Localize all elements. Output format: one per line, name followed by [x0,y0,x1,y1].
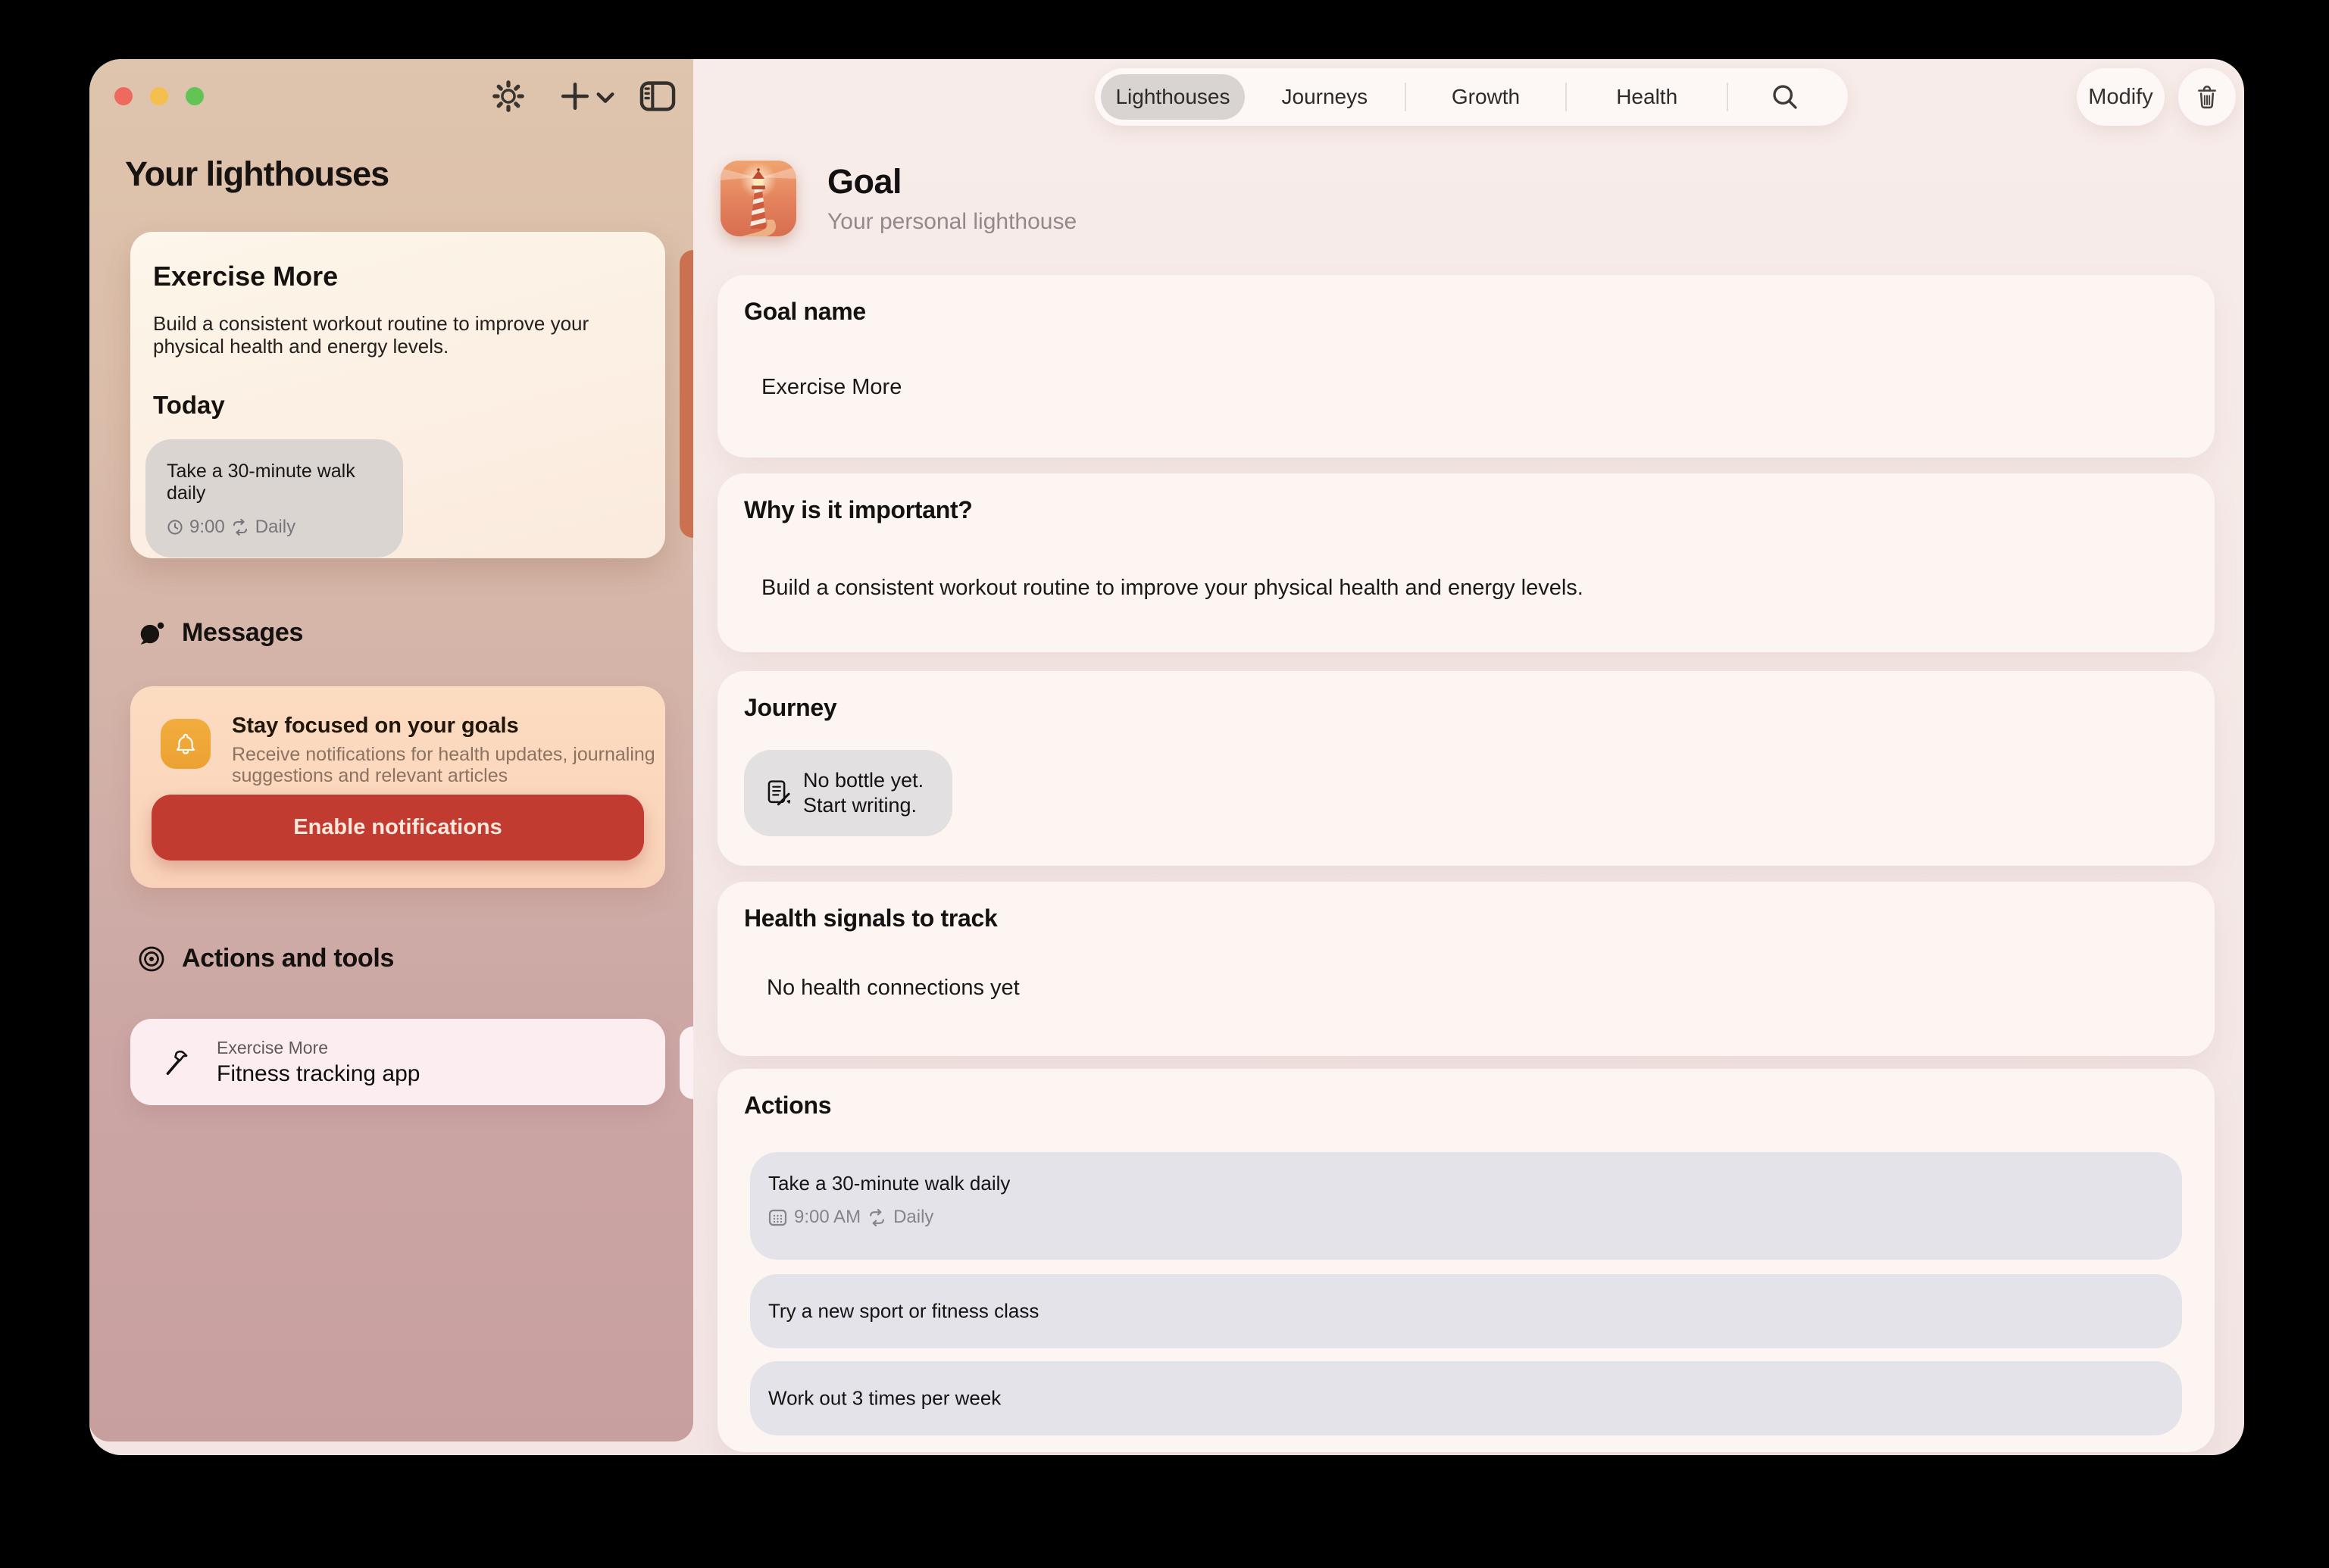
trash-icon [2193,83,2221,111]
why-important-card: Why is it important? Build a consistent … [717,473,2215,652]
add-menu-chevron-icon[interactable] [596,91,615,105]
sidebar-title: Your lighthouses [125,155,389,194]
tool-context-label: Exercise More [217,1038,420,1058]
action-title: Work out 3 times per week [768,1387,1001,1410]
tab-growth[interactable]: Growth [1406,85,1566,109]
goal-name-value: Exercise More [761,375,902,400]
repeat-icon [868,1209,886,1226]
app-window: Your lighthouses Exercise More Build a c… [89,59,2244,1455]
page-subtitle: Your personal lighthouse [827,209,1077,235]
note-pencil-icon [765,779,792,807]
action-time: 9:00 AM [794,1207,861,1228]
journey-card: Journey No bottle yet. Start writing. [717,671,2215,866]
task-repeat: Daily [255,517,295,538]
action-title: Try a new sport or fitness class [768,1300,1039,1323]
lighthouse-card-exercise-more[interactable]: Exercise More Build a consistent workout… [130,232,665,558]
health-signals-value: No health connections yet [767,976,1020,1001]
enable-notifications-button[interactable]: Enable notifications [152,795,644,861]
bell-badge [161,719,211,769]
tool-title: Fitness tracking app [217,1061,420,1087]
journey-header: Journey [744,694,836,722]
actions-and-tools-header: Actions and tools [182,944,394,973]
journey-empty-line2: Start writing. [803,793,924,818]
delete-button[interactable] [2178,68,2236,126]
today-task-pill[interactable]: Take a 30-minute walk daily 9:00 [145,439,403,558]
goal-name-header: Goal name [744,298,866,326]
lighthouse-app-icon [721,161,796,236]
action-item[interactable]: Take a 30-minute walk daily 9:00 AM [750,1152,2182,1260]
main-pane: Lighthouses Journeys Growth Health Modif… [693,59,2244,1455]
action-title: Take a 30-minute walk daily [768,1172,1010,1195]
lighthouse-card-title: Exercise More [153,261,641,292]
today-label: Today [153,391,641,420]
messages-header: Messages [182,618,303,648]
calendar-icon [768,1208,787,1226]
goal-name-card: Goal name Exercise More [717,275,2215,458]
task-time: 9:00 [189,517,225,538]
tab-journeys[interactable]: Journeys [1245,85,1405,109]
next-tool-card-peek[interactable] [680,1026,693,1099]
page-title: Goal [827,162,902,201]
clock-icon [167,519,183,536]
action-item[interactable]: Try a new sport or fitness class [750,1274,2182,1348]
tab-lighthouses[interactable]: Lighthouses [1101,74,1245,120]
task-title: Take a 30-minute walk daily [167,461,383,504]
next-lighthouse-card-peek[interactable] [680,250,693,538]
start-writing-pill[interactable]: No bottle yet. Start writing. [744,750,952,836]
close-window-button[interactable] [114,87,133,105]
tab-bar: Lighthouses Journeys Growth Health [1095,68,1848,126]
notification-title: Stay focused on your goals [232,714,519,739]
search-button[interactable] [1728,83,1842,111]
settings-gear-icon[interactable] [492,80,524,112]
why-important-value: Build a consistent workout routine to im… [761,576,1583,601]
add-lighthouse-button[interactable] [559,80,591,112]
actions-header: Actions [744,1092,831,1120]
notification-prompt-card: Stay focused on your goals Receive notif… [130,686,665,888]
target-icon [138,945,165,973]
messages-bubble-icon [138,620,165,647]
journey-empty-line1: No bottle yet. [803,768,924,793]
action-item[interactable]: Work out 3 times per week [750,1361,2182,1435]
minimize-window-button[interactable] [150,87,168,105]
search-icon [1771,83,1799,111]
window-controls [114,87,204,105]
lighthouse-card-description: Build a consistent workout routine to im… [153,312,615,358]
tab-health[interactable]: Health [1567,85,1727,109]
modify-button[interactable]: Modify [2077,68,2165,126]
health-signals-card: Health signals to track No health connec… [717,882,2215,1056]
tool-card-fitness-app[interactable]: Exercise More Fitness tracking app [130,1019,665,1105]
health-signals-header: Health signals to track [744,904,998,932]
repeat-icon [231,519,249,536]
hammer-icon [161,1047,191,1077]
zoom-window-button[interactable] [186,87,204,105]
sidebar: Your lighthouses Exercise More Build a c… [89,59,693,1441]
toggle-sidebar-button[interactable] [639,80,676,112]
actions-card: Actions Take a 30-minute walk daily [717,1069,2215,1452]
notification-body: Receive notifications for health updates… [232,744,656,786]
why-important-header: Why is it important? [744,496,973,524]
action-repeat: Daily [893,1207,933,1228]
